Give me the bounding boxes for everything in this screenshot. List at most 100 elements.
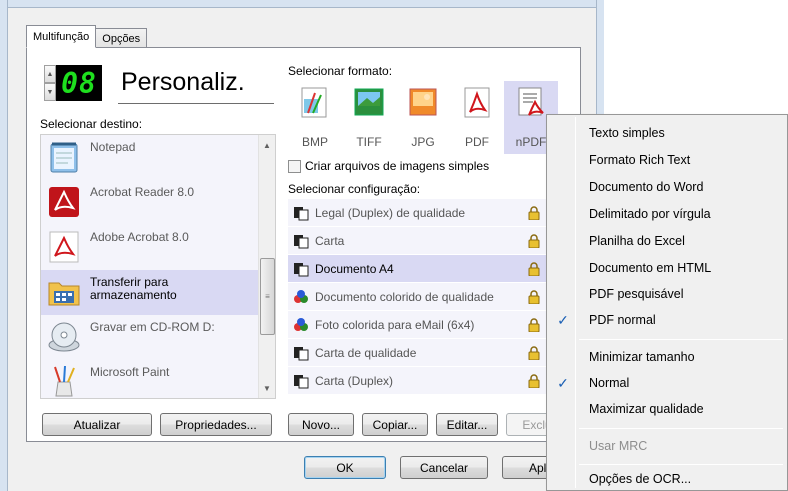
- destination-label: Transferir para armazenamento: [90, 275, 177, 302]
- menu-item-use-mrc: Usar MRC: [549, 433, 785, 459]
- menu-item-label: Normal: [589, 376, 630, 390]
- format-label: TIFF: [356, 135, 382, 149]
- format-jpg[interactable]: JPG: [396, 81, 450, 154]
- menu-item-label: Texto simples: [589, 126, 665, 140]
- config-item[interactable]: Carta (Duplex): [288, 367, 550, 394]
- destination-list[interactable]: Notepad Acrobat Reader 8.0 Adobe Acrobat…: [40, 134, 276, 399]
- scroll-down-arrow-icon[interactable]: ▼: [259, 380, 275, 396]
- menu-item-label: Minimizar tamanho: [589, 350, 695, 364]
- menu-item-normal[interactable]: ✓ Normal: [549, 370, 785, 396]
- menu-item-label: Planilha do Excel: [589, 234, 685, 248]
- config-label: Legal (Duplex) de qualidade: [315, 205, 466, 220]
- check-icon: ✓: [557, 311, 569, 328]
- create-simple-images-option[interactable]: Criar arquivos de imagens simples: [288, 159, 489, 173]
- tab-opcoes[interactable]: Opções: [95, 28, 148, 48]
- menu-item-label: Opções de OCR...: [589, 472, 692, 486]
- spin-up-button[interactable]: ▲: [44, 65, 56, 83]
- tiff-file-icon: [354, 88, 384, 116]
- menu-item-rich-text[interactable]: Formato Rich Text: [549, 147, 785, 173]
- config-label: Documento colorido de qualidade: [315, 289, 494, 304]
- config-label: Foto colorida para eMail (6x4): [315, 317, 475, 332]
- npdf-context-menu: Texto simples Formato Rich Text Document…: [546, 114, 788, 491]
- configuration-list[interactable]: Legal (Duplex) de qualidade Carta Docume…: [288, 199, 550, 395]
- destination-label: Acrobat Reader 8.0: [90, 185, 195, 199]
- config-item[interactable]: Documento colorido de qualidade: [288, 283, 550, 310]
- destination-item[interactable]: Acrobat Reader 8.0: [41, 180, 260, 225]
- npdf-file-icon: [518, 87, 544, 116]
- menu-item-maximize-quality[interactable]: Maximizar qualidade: [549, 396, 785, 422]
- menu-item-html[interactable]: Documento em HTML: [549, 255, 785, 281]
- ok-button[interactable]: OK: [304, 456, 386, 479]
- paint-icon: [44, 362, 84, 398]
- config-label: Carta de qualidade: [315, 345, 417, 360]
- config-item[interactable]: Carta de qualidade: [288, 339, 550, 366]
- destination-scrollbar[interactable]: ▲ ≡ ▼: [258, 135, 275, 398]
- create-simple-images-label: Criar arquivos de imagens simples: [305, 159, 490, 173]
- menu-item-label: Formato Rich Text: [589, 153, 691, 167]
- bw-doc-icon: [294, 234, 309, 248]
- lock-icon: [528, 289, 540, 304]
- menu-item-searchable-pdf[interactable]: PDF pesquisável: [549, 281, 785, 307]
- new-button[interactable]: Novo...: [288, 413, 354, 436]
- scroll-thumb[interactable]: ≡: [260, 258, 275, 335]
- bw-doc-icon: [294, 374, 309, 388]
- destination-item[interactable]: Microsoft Paint: [41, 360, 260, 398]
- config-item[interactable]: Legal (Duplex) de qualidade: [288, 199, 550, 226]
- menu-item-word[interactable]: Documento do Word: [549, 174, 785, 200]
- window-left-border: [0, 0, 8, 491]
- properties-button[interactable]: Propriedades...: [160, 413, 272, 436]
- refresh-button[interactable]: Atualizar: [42, 413, 152, 436]
- menu-item-label: Maximizar qualidade: [589, 402, 704, 416]
- bw-doc-icon: [294, 206, 309, 220]
- config-item[interactable]: Foto colorida para eMail (6x4): [288, 311, 550, 338]
- config-item[interactable]: Documento A4: [288, 255, 550, 282]
- scroll-up-arrow-icon[interactable]: ▲: [259, 137, 275, 153]
- config-label: Documento A4: [315, 261, 394, 276]
- cdrom-icon: [44, 317, 84, 357]
- bw-doc-icon: [294, 346, 309, 360]
- edit-button[interactable]: Editar...: [436, 413, 498, 436]
- menu-item-normal-pdf[interactable]: ✓ PDF normal: [549, 307, 785, 333]
- lcd-digits: 08: [56, 65, 102, 101]
- tab-multifuncao[interactable]: Multifunção: [26, 25, 97, 48]
- format-label: JPG: [411, 135, 435, 149]
- menu-item-label: Usar MRC: [589, 439, 648, 453]
- destination-item[interactable]: Transferir para armazenamento: [41, 270, 260, 315]
- tab-strip: Multifunção Opções: [26, 25, 148, 48]
- lock-icon: [528, 373, 540, 388]
- cancel-button[interactable]: Cancelar: [400, 456, 488, 479]
- bmp-file-icon: [301, 87, 327, 118]
- menu-item-ocr-options[interactable]: Opções de OCR...: [549, 466, 785, 491]
- select-destination-label: Selecionar destino:: [40, 117, 143, 131]
- format-pdf[interactable]: PDF: [450, 81, 504, 154]
- destination-item[interactable]: Notepad: [41, 135, 260, 180]
- bw-doc-icon: [294, 262, 309, 276]
- profile-name: Personaliz.: [118, 64, 274, 104]
- config-item[interactable]: Carta: [288, 227, 550, 254]
- menu-item-excel[interactable]: Planilha do Excel: [549, 228, 785, 254]
- color-doc-icon: [294, 317, 308, 331]
- destination-item[interactable]: Adobe Acrobat 8.0: [41, 225, 260, 270]
- format-label: BMP: [301, 135, 328, 149]
- format-label: nPDF: [515, 135, 547, 149]
- config-label: Carta (Duplex): [315, 373, 394, 388]
- create-simple-images-checkbox[interactable]: [288, 159, 301, 173]
- destination-item[interactable]: Gravar em CD-ROM D:: [41, 315, 260, 360]
- configuration-counter: ▲ ▼ 08: [44, 65, 102, 101]
- menu-separator: [579, 464, 783, 465]
- window-top-border: [0, 0, 604, 8]
- format-tiff[interactable]: TIFF: [342, 81, 396, 154]
- menu-item-csv[interactable]: Delimitado por vírgula: [549, 201, 785, 227]
- copy-button[interactable]: Copiar...: [362, 413, 428, 436]
- menu-item-label: Delimitado por vírgula: [589, 207, 711, 221]
- menu-item-minimize-size[interactable]: Minimizar tamanho: [549, 344, 785, 370]
- format-bmp[interactable]: BMP: [288, 81, 342, 154]
- menu-separator: [579, 428, 783, 429]
- dialog-window: Multifunção Opções ▲ ▼ 08 Personaliz. Se…: [0, 0, 604, 491]
- lock-icon: [528, 261, 540, 276]
- menu-item-texto-simples[interactable]: Texto simples: [549, 120, 785, 146]
- spin-down-button[interactable]: ▼: [44, 83, 56, 101]
- destination-label: Adobe Acrobat 8.0: [90, 230, 189, 244]
- counter-spinner: ▲ ▼: [44, 65, 56, 101]
- acrobat-reader-icon: [44, 182, 84, 222]
